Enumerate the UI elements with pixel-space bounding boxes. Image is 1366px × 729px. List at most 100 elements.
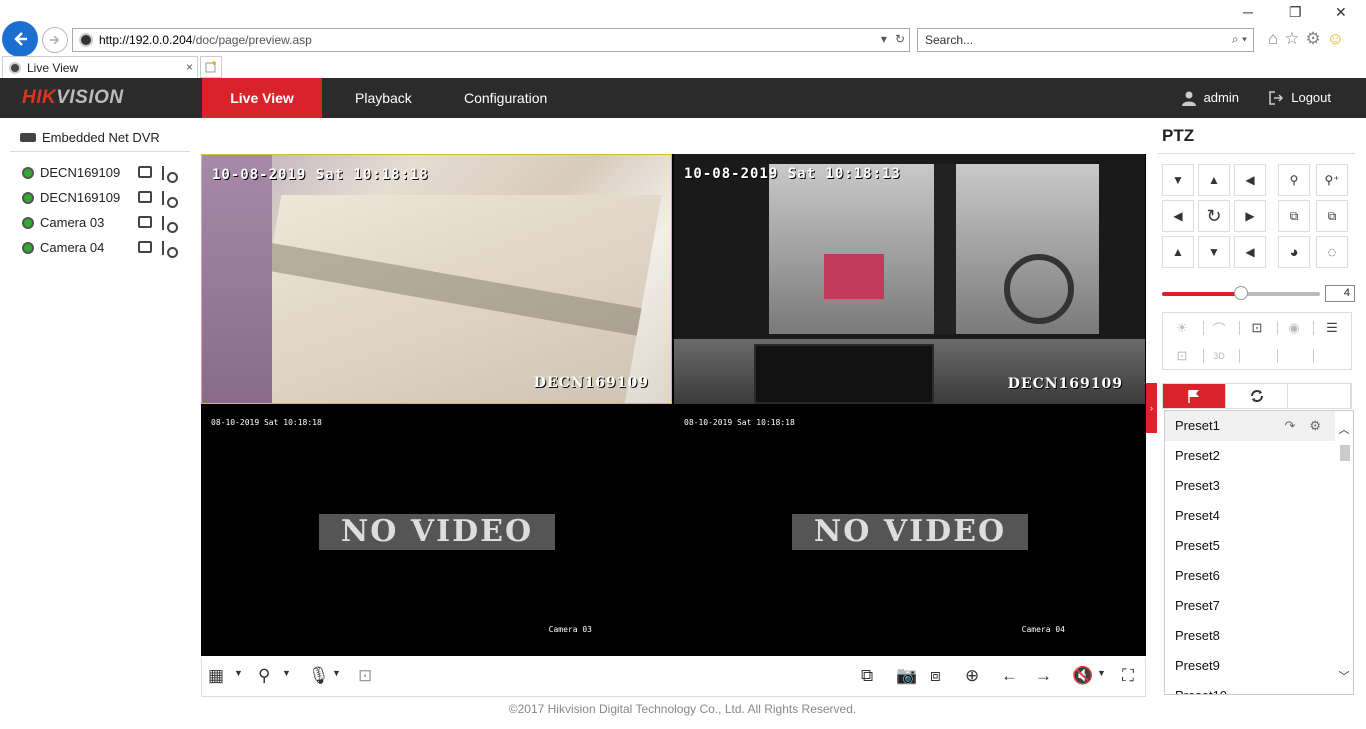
stream-type-icon[interactable]: ⚲: [258, 667, 270, 685]
tab-close-icon[interactable]: ×: [186, 60, 193, 74]
tree-root-dvr[interactable]: Embedded Net DVR: [10, 128, 190, 152]
preset-item[interactable]: Preset2: [1165, 441, 1335, 471]
record-icon[interactable]: [138, 165, 152, 178]
set-preset-gear-icon[interactable]: ⚙: [1309, 411, 1321, 441]
address-dropdown-icon[interactable]: ▾: [881, 32, 887, 46]
camera-item[interactable]: Camera 04: [10, 235, 190, 260]
ptz-down-button[interactable]: ▼: [1198, 236, 1230, 268]
ptz-left-button[interactable]: ◀: [1162, 200, 1194, 232]
menu-icon[interactable]: ☰: [1317, 315, 1347, 341]
restore-button[interactable]: ❐: [1289, 4, 1302, 21]
preset-scrollbar[interactable]: ︿ ﹀: [1335, 411, 1353, 694]
browser-forward-button[interactable]: [42, 27, 68, 53]
wiper-icon[interactable]: ⌒: [1204, 315, 1234, 341]
favorites-star-icon[interactable]: ☆: [1284, 29, 1299, 49]
record-icon[interactable]: [138, 240, 152, 253]
manual-track-icon[interactable]: ⊡: [1167, 343, 1197, 369]
camera-item[interactable]: DECN169109: [10, 160, 190, 185]
capture-snapshot-icon[interactable]: 📷: [896, 667, 917, 685]
tab-patrol[interactable]: [1226, 384, 1289, 408]
video-tile-3[interactable]: 08-10-2019 Sat 10:18:18 NO VIDEO Camera …: [201, 406, 672, 656]
minimize-button[interactable]: ─: [1243, 4, 1253, 20]
previous-page-icon[interactable]: ←: [1001, 667, 1018, 685]
nav-configuration[interactable]: Configuration: [464, 78, 547, 118]
logout-button[interactable]: Logout: [1269, 78, 1331, 118]
speed-slider-handle[interactable]: [1234, 286, 1248, 300]
browser-search-input[interactable]: Search... ⌕ ▾: [917, 28, 1254, 52]
address-bar[interactable]: http://192.0.0.204 /doc/page/preview.asp…: [72, 28, 910, 52]
home-icon[interactable]: ⌂: [1268, 29, 1278, 49]
video-tile-4[interactable]: 08-10-2019 Sat 10:18:18 NO VIDEO Camera …: [674, 406, 1145, 656]
search-icon[interactable]: ⌕ ▾: [1232, 32, 1247, 47]
ptz-right-up-button[interactable]: ◀: [1234, 164, 1266, 196]
record-icon[interactable]: [138, 215, 152, 228]
audio-dropdown-icon[interactable]: ▼: [332, 668, 341, 678]
close-window-button[interactable]: ✕: [1335, 4, 1347, 21]
ptz-left-down-button[interactable]: ▲: [1162, 236, 1194, 268]
preset-item[interactable]: Preset10: [1165, 681, 1335, 694]
volume-mute-icon[interactable]: 🔇: [1072, 667, 1093, 685]
volume-dropdown-icon[interactable]: ▼: [1097, 668, 1106, 678]
window-layout-icon[interactable]: ▦: [208, 667, 224, 685]
camera-item[interactable]: Camera 03: [10, 210, 190, 235]
stop-all-preview-icon[interactable]: ⧉: [861, 667, 873, 685]
stream-select-icon[interactable]: [160, 190, 178, 208]
collapse-panel-handle[interactable]: ›: [1146, 383, 1157, 433]
settings-gear-icon[interactable]: ⚙: [1306, 29, 1321, 49]
scroll-down-icon[interactable]: ﹀: [1337, 668, 1351, 684]
refresh-icon[interactable]: ↻: [895, 32, 905, 46]
browser-tab[interactable]: Live View ×: [2, 56, 198, 78]
stream-select-icon[interactable]: [160, 165, 178, 183]
tab-pattern[interactable]: [1288, 384, 1352, 408]
stream-dropdown-icon[interactable]: ▼: [282, 668, 291, 678]
stream-select-icon[interactable]: [160, 240, 178, 258]
video-tile-2[interactable]: 10-08-2019 Sat 10:18:13 DECN169109: [674, 154, 1145, 404]
ptz-speed-value[interactable]: 4: [1325, 285, 1355, 302]
call-preset-icon[interactable]: ↷: [1284, 411, 1295, 441]
preset-item[interactable]: Preset9: [1165, 651, 1335, 681]
iris-close-icon[interactable]: ◕: [1278, 236, 1310, 268]
light-icon[interactable]: ☀: [1167, 315, 1197, 341]
record-all-icon[interactable]: ⧈: [930, 667, 941, 685]
ptz-auto-scan-button[interactable]: ↻: [1198, 200, 1230, 232]
preset-item[interactable]: Preset3: [1165, 471, 1335, 501]
iris-open-icon[interactable]: ◌: [1316, 236, 1348, 268]
camera-item[interactable]: DECN169109: [10, 185, 190, 210]
preset-item[interactable]: Preset8: [1165, 621, 1335, 651]
scroll-up-icon[interactable]: ︿: [1337, 421, 1351, 437]
scroll-thumb[interactable]: [1340, 445, 1350, 461]
tab-preset[interactable]: [1163, 384, 1226, 408]
new-tab-button[interactable]: [200, 56, 222, 78]
lens-init-icon[interactable]: ◉: [1279, 315, 1309, 341]
microphone-icon[interactable]: 🎙: [308, 667, 330, 685]
focus-far-icon[interactable]: ⧉: [1316, 200, 1348, 232]
smiley-feedback-icon[interactable]: ☺: [1327, 29, 1344, 49]
focus-near-icon[interactable]: ⧉: [1278, 200, 1310, 232]
preset-item[interactable]: Preset7: [1165, 591, 1335, 621]
video-wall-icon[interactable]: ⊡: [358, 667, 372, 685]
preset-item[interactable]: Preset4: [1165, 501, 1335, 531]
stream-select-icon[interactable]: [160, 215, 178, 233]
nav-live-view[interactable]: Live View: [202, 78, 322, 118]
user-menu[interactable]: admin: [1181, 78, 1239, 118]
video-tile-1[interactable]: 10-08-2019 Sat 10:18:18 DECN169109: [201, 154, 672, 404]
browser-back-button[interactable]: [2, 21, 38, 57]
preset-item[interactable]: Preset6: [1165, 561, 1335, 591]
ptz-left-up-button[interactable]: ▼: [1162, 164, 1194, 196]
preset-item[interactable]: Preset5: [1165, 531, 1335, 561]
zoom-out-icon[interactable]: ⚲: [1278, 164, 1310, 196]
one-touch-focus-icon[interactable]: ⊡: [1242, 315, 1272, 341]
zoom-in-icon[interactable]: ⚲⁺: [1316, 164, 1348, 196]
ptz-speed-slider[interactable]: [1162, 286, 1320, 300]
fullscreen-icon[interactable]: ⛶: [1122, 667, 1134, 685]
3d-positioning-icon[interactable]: 3D: [1204, 343, 1234, 369]
preset-item[interactable]: Preset1 ↷ ⚙: [1165, 411, 1335, 441]
ptz-up-button[interactable]: ▲: [1198, 164, 1230, 196]
record-icon[interactable]: [138, 190, 152, 203]
ptz-right-button[interactable]: ▶: [1234, 200, 1266, 232]
layout-dropdown-icon[interactable]: ▼: [234, 668, 243, 678]
nav-playback[interactable]: Playback: [355, 78, 412, 118]
next-page-icon[interactable]: →: [1035, 667, 1052, 685]
ptz-right-down-button[interactable]: ◀: [1234, 236, 1266, 268]
digital-zoom-icon[interactable]: ⊕: [965, 667, 979, 685]
